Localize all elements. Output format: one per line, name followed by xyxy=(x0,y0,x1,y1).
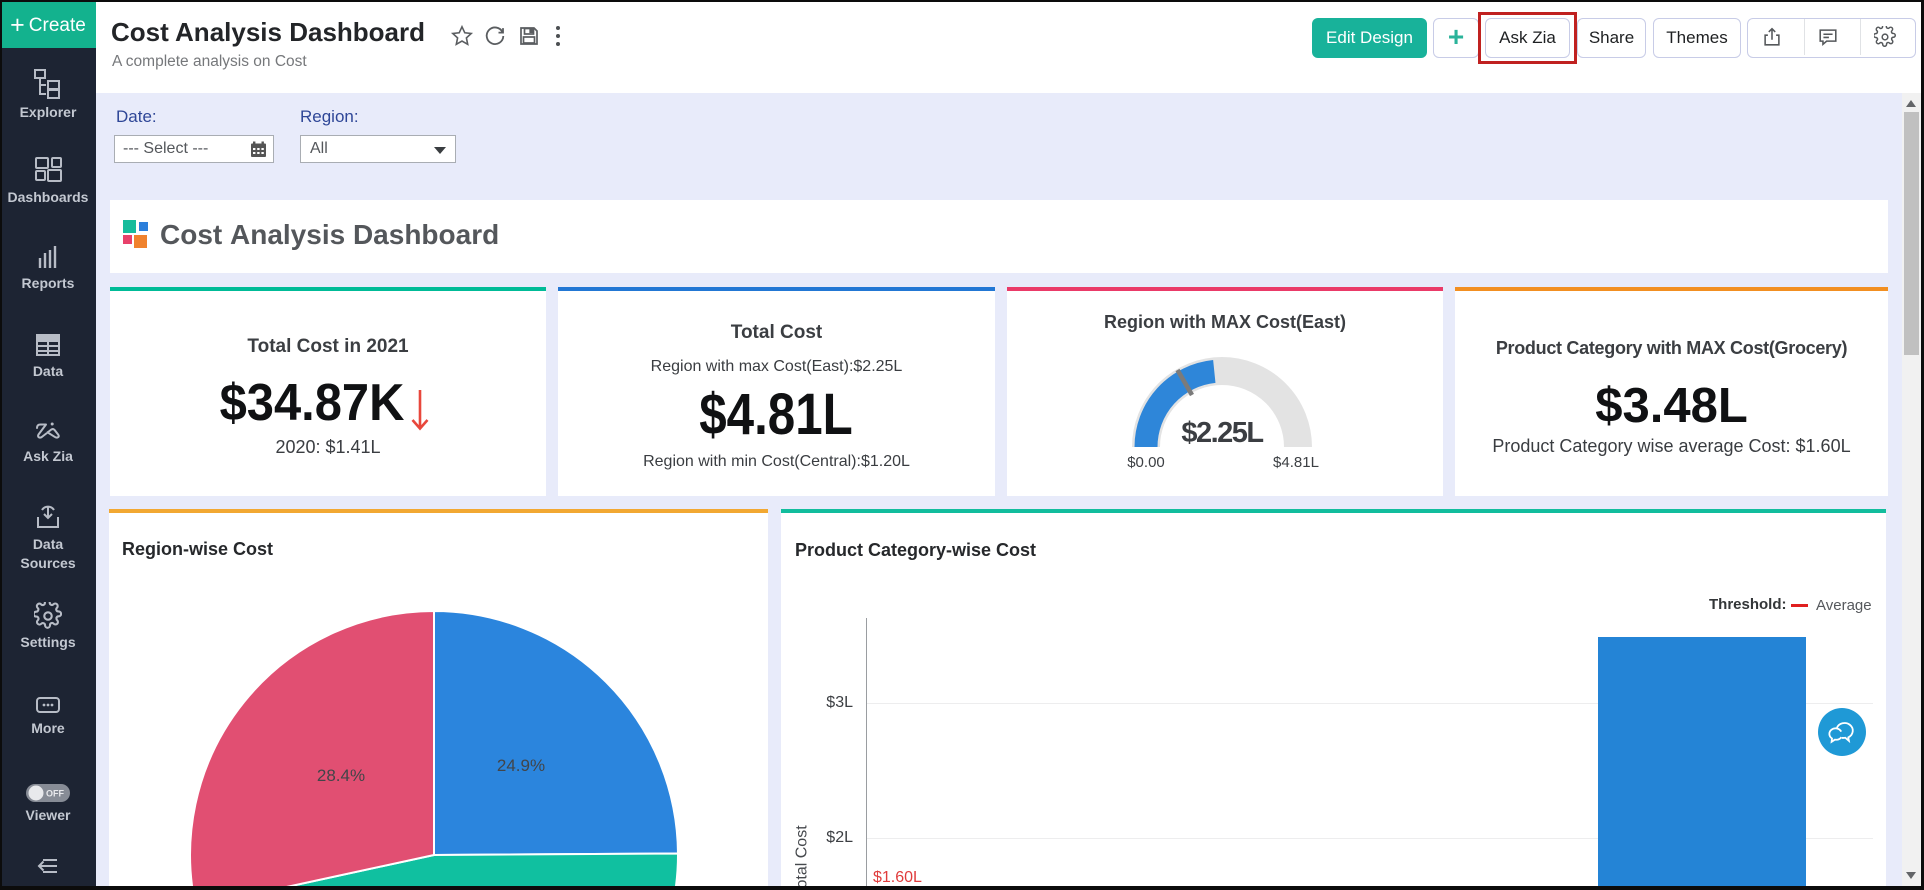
svg-text:OFF: OFF xyxy=(46,789,64,799)
